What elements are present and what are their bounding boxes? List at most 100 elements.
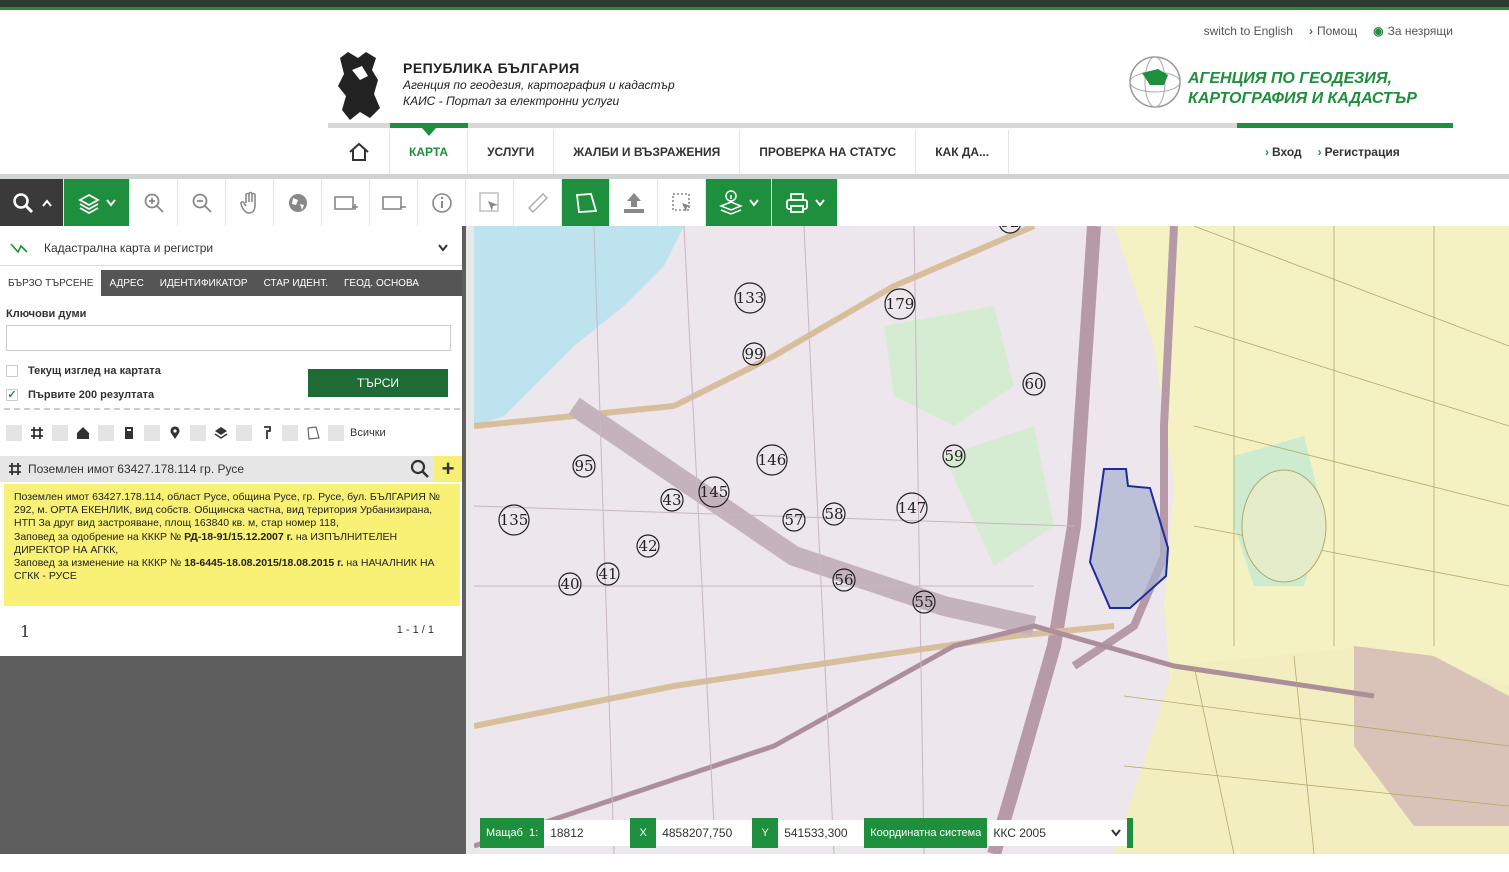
chevron-down-icon — [1111, 829, 1122, 837]
result-header[interactable]: Поземлен имот 63427.178.114 гр. Русе + — [0, 456, 462, 482]
filter-checkbox[interactable] — [98, 425, 114, 441]
filter-checkbox[interactable] — [190, 425, 206, 441]
current-view-checkbox[interactable]: Текущ изглед на картата — [6, 365, 161, 377]
measure-button[interactable] — [514, 179, 562, 226]
nav-services[interactable]: УСЛУГИ — [468, 130, 555, 174]
nav-complaints[interactable]: ЖАЛБИ И ВЪЗРАЖЕНИЯ — [554, 130, 741, 174]
checkbox-box — [6, 365, 18, 377]
zoom-rect-in-button[interactable] — [322, 179, 370, 226]
auth-links: › Вход › Регистрация — [1265, 145, 1400, 159]
parcel-number-label: 42 — [636, 534, 660, 558]
globe-icon — [288, 193, 307, 212]
help-link[interactable]: › Помощ — [1309, 24, 1357, 38]
zoom-in-button[interactable] — [130, 179, 178, 226]
main-nav: КАРТА УСЛУГИ ЖАЛБИ И ВЪЗРАЖЕНИЯ ПРОВЕРКА… — [328, 130, 1010, 174]
filter-checkbox[interactable] — [52, 425, 68, 441]
upload-button[interactable] — [610, 179, 658, 226]
accessibility-link[interactable]: ◉ За незрящи — [1373, 24, 1453, 38]
svg-text:145: 145 — [700, 483, 729, 501]
upload-icon — [623, 192, 644, 213]
y-label: Y — [752, 818, 779, 848]
polygon-icon — [304, 424, 322, 442]
identify-button[interactable] — [418, 179, 466, 226]
approve-order-number: РД-18-91/15.12.2007 г. — [184, 530, 293, 543]
filter-checkbox[interactable] — [6, 425, 22, 441]
filter-checkbox[interactable] — [144, 425, 160, 441]
result-title: Поземлен имот 63427.178.114 гр. Русе — [28, 462, 245, 476]
select-feature-button[interactable] — [466, 179, 514, 226]
building-house-icon — [74, 424, 92, 442]
agency-name-line1: АГЕНЦИЯ ПО ГЕОДЕЗИЯ, — [1188, 70, 1392, 87]
svg-text:59: 59 — [944, 447, 963, 465]
tab-geod-basis[interactable]: ГЕОД. ОСНОВА — [336, 270, 427, 296]
agency-logo[interactable]: АГЕНЦИЯ ПО ГЕОДЕЗИЯ, КАРТОГРАФИЯ И КАДАС… — [1128, 55, 1453, 111]
search-toggle-button[interactable] — [0, 179, 64, 226]
full-extent-button[interactable] — [274, 179, 322, 226]
svg-text:147: 147 — [898, 499, 927, 517]
chevron-up-icon — [41, 198, 52, 207]
svg-text:60: 60 — [1024, 375, 1043, 393]
nav-map[interactable]: КАРТА — [390, 130, 469, 174]
panel-splitter[interactable] — [466, 226, 474, 854]
map-pin-icon — [166, 424, 184, 442]
top-strip — [0, 0, 1509, 10]
brand-subtitle: Агенция по геодезия, картография и кадас… — [403, 78, 675, 92]
first200-checkbox[interactable]: ✓ Първите 200 резултата — [6, 389, 154, 401]
coat-of-arms-logo — [338, 52, 380, 120]
tab-address[interactable]: АДРЕС — [101, 270, 151, 296]
page-number[interactable]: 1 — [20, 622, 30, 641]
tab-quick-search[interactable]: БЪРЗО ТЪРСЕНЕ — [0, 270, 102, 296]
print-button[interactable] — [772, 179, 838, 226]
x-label: X — [630, 818, 657, 848]
x-coordinate-input[interactable]: 4858207,750 — [656, 820, 753, 846]
scale-input[interactable]: 18812 — [544, 820, 631, 846]
filter-checkbox[interactable] — [236, 425, 252, 441]
y-coordinate-input[interactable]: 541533,300 — [778, 820, 865, 846]
parcel-number-label: 59 — [942, 444, 966, 468]
keywords-input[interactable] — [6, 325, 451, 351]
layer-info-button[interactable] — [706, 179, 772, 226]
search-button[interactable]: ТЪРСИ — [308, 369, 448, 397]
zoom-to-result-button[interactable] — [406, 456, 434, 482]
search-icon — [410, 459, 429, 478]
parcel-hash-icon — [28, 424, 46, 442]
select-box-icon — [671, 192, 691, 212]
zoom-rect-out-button[interactable] — [370, 179, 418, 226]
layer-dropdown[interactable]: Кадастрална карта и регистри — [0, 230, 462, 266]
home-button[interactable] — [328, 130, 390, 174]
zoom-rect-out-icon — [381, 195, 406, 210]
pan-button[interactable] — [226, 179, 274, 226]
login-link[interactable]: › Вход — [1265, 145, 1302, 159]
crs-select[interactable]: ККС 2005 — [987, 820, 1128, 846]
filter-checkbox-all[interactable] — [328, 425, 344, 441]
filter-checkbox[interactable] — [282, 425, 298, 441]
polygon-select-button[interactable] — [562, 179, 610, 226]
nav-how-to[interactable]: КАК ДА... — [916, 130, 1010, 174]
register-label: Регистрация — [1324, 145, 1400, 159]
select-box-button[interactable] — [658, 179, 706, 226]
result-count: 1 - 1 / 1 — [396, 624, 434, 636]
chevron-right-icon: › — [1308, 24, 1313, 38]
map-canvas[interactable]: 7998787717876759281331799960951465974314… — [474, 226, 1509, 854]
map-drawing: 7998787717876759281331799960951465974314… — [474, 226, 1509, 854]
tab-old-identifier[interactable]: СТАР ИДЕНТ. — [256, 270, 336, 296]
utility-links: switch to English › Помощ ◉ За незрящи — [1204, 24, 1453, 38]
nav-status-check[interactable]: ПРОВЕРКА НА СТАТУС — [740, 130, 917, 174]
parcel-hash-icon — [9, 463, 21, 475]
chevron-down-icon — [105, 198, 116, 207]
tab-identifier[interactable]: ИДЕНТИФИКАТОР — [152, 270, 256, 296]
print-icon — [785, 192, 808, 213]
switch-english-link[interactable]: switch to English — [1204, 24, 1293, 38]
brand-portal: КАИС - Портал за електронни услуги — [403, 94, 620, 108]
add-result-button[interactable]: + — [434, 456, 462, 482]
layers-stack-icon — [212, 424, 230, 442]
change-order-number: 18-6445-18.08.2015/18.08.2015 г. — [184, 557, 344, 570]
svg-text:40: 40 — [560, 575, 579, 593]
scale-label: Мащаб 1: — [480, 818, 545, 848]
register-link[interactable]: › Регистрация — [1318, 145, 1400, 159]
result-details: Поземлен имот 63427.178.114, област Русе… — [4, 484, 460, 606]
layers-button[interactable] — [64, 179, 130, 226]
parcel-number-label: 41 — [596, 562, 620, 586]
first200-label: Първите 200 резултата — [28, 389, 155, 401]
zoom-out-button[interactable] — [178, 179, 226, 226]
